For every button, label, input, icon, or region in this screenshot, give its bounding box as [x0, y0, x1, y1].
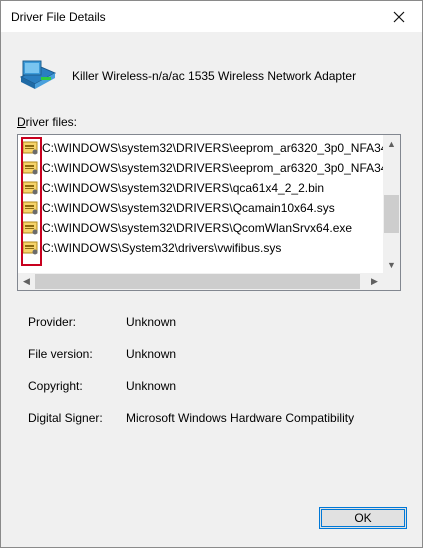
- file-version-label: File version:: [28, 347, 93, 361]
- horizontal-scroll-thumb[interactable]: [35, 274, 360, 289]
- file-path: C:\WINDOWS\system32\DRIVERS\Qcamain10x64…: [42, 200, 335, 215]
- provider-value: Unknown: [126, 315, 177, 329]
- ok-button-label: OK: [354, 511, 372, 525]
- driver-file-details-dialog: Driver File Details Killer Wireless-n/a/…: [0, 0, 423, 548]
- list-item[interactable]: C:\WINDOWS\System32\drivers\vwifibus.sys: [22, 238, 281, 257]
- chevron-left-icon: ◀: [23, 276, 30, 286]
- chevron-up-icon: ▲: [387, 138, 396, 149]
- driver-file-icon: [22, 161, 38, 175]
- device-name: Killer Wireless-n/a/ac 1535 Wireless Net…: [72, 69, 357, 83]
- ok-button[interactable]: OK: [319, 507, 407, 529]
- file-version-value: Unknown: [126, 347, 177, 361]
- close-icon: [393, 11, 405, 22]
- scroll-left-button[interactable]: ◀: [18, 273, 35, 290]
- close-button[interactable]: [376, 1, 422, 32]
- window-title: Driver File Details: [11, 10, 106, 24]
- scroll-up-button[interactable]: ▲: [383, 135, 400, 152]
- list-item[interactable]: C:\WINDOWS\system32\DRIVERS\eeprom_ar632…: [22, 138, 401, 157]
- network-adapter-icon: [19, 60, 57, 89]
- driver-files-list[interactable]: C:\WINDOWS\system32\DRIVERS\eeprom_ar632…: [17, 134, 401, 291]
- list-item[interactable]: C:\WINDOWS\system32\DRIVERS\QcomWlanSrvx…: [22, 218, 352, 237]
- copyright-label: Copyright:: [28, 379, 83, 393]
- driver-file-icon: [22, 201, 38, 215]
- copyright-value: Unknown: [126, 379, 177, 393]
- scroll-down-button[interactable]: ▼: [383, 256, 400, 273]
- file-path: C:\WINDOWS\System32\drivers\vwifibus.sys: [42, 240, 282, 255]
- file-path: C:\WINDOWS\system32\DRIVERS\qca61x4_2_2.…: [42, 180, 325, 195]
- chevron-down-icon: ▼: [387, 259, 396, 270]
- driver-file-icon: [22, 141, 38, 155]
- chevron-right-icon: ▶: [371, 276, 378, 286]
- list-item[interactable]: C:\WINDOWS\system32\DRIVERS\Qcamain10x64…: [22, 198, 335, 217]
- driver-files-label-mnemonic: D: [17, 115, 26, 129]
- file-path: C:\WINDOWS\system32\DRIVERS\QcomWlanSrvx…: [42, 220, 353, 235]
- driver-files-label-text: river files:: [25, 115, 78, 129]
- vertical-scroll-thumb[interactable]: [384, 195, 399, 233]
- file-path: C:\WINDOWS\system32\DRIVERS\eeprom_ar632…: [42, 160, 401, 175]
- provider-label: Provider:: [28, 315, 77, 329]
- horizontal-scrollbar[interactable]: ◀ ▶: [18, 273, 383, 290]
- driver-file-icon: [22, 241, 38, 255]
- driver-files-label: Driver files:: [17, 115, 77, 129]
- list-item[interactable]: C:\WINDOWS\system32\DRIVERS\qca61x4_2_2.…: [22, 178, 324, 197]
- list-item[interactable]: C:\WINDOWS\system32\DRIVERS\eeprom_ar632…: [22, 158, 401, 177]
- digital-signer-label: Digital Signer:: [28, 411, 103, 425]
- file-path: C:\WINDOWS\system32\DRIVERS\eeprom_ar632…: [42, 140, 401, 155]
- digital-signer-value: Microsoft Windows Hardware Compatibility: [126, 411, 355, 425]
- driver-file-icon: [22, 221, 38, 235]
- driver-file-icon: [22, 181, 38, 195]
- scrollbar-corner: [383, 273, 400, 290]
- scroll-right-button[interactable]: ▶: [366, 273, 383, 290]
- title-bar: Driver File Details: [1, 1, 422, 32]
- vertical-scrollbar[interactable]: ▲ ▼: [383, 135, 400, 273]
